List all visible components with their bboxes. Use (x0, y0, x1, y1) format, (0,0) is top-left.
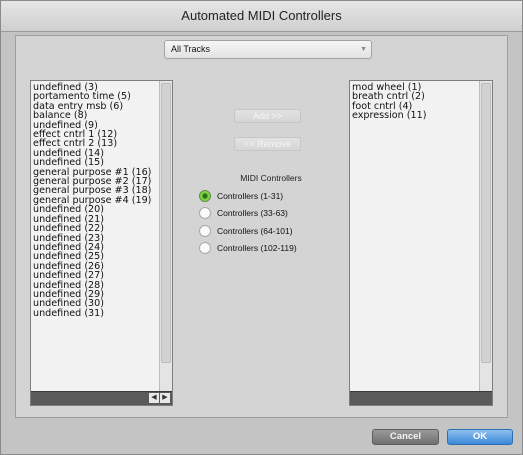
cancel-button[interactable]: Cancel (372, 429, 439, 445)
radio-button[interactable] (199, 190, 211, 202)
list-item[interactable]: undefined (31) (33, 308, 158, 318)
automated-items-container: mod wheel (1) breath cntrl (2) foot cntrl … (352, 82, 478, 121)
radio-label: Controllers (1-31) (217, 191, 284, 201)
vertical-scrollbar[interactable] (479, 81, 492, 391)
vertical-scrollbar[interactable] (159, 81, 172, 391)
radio-label: Controllers (102-119) (217, 243, 297, 253)
window-title: Automated MIDI Controllers (1, 1, 522, 32)
scroll-left-icon[interactable]: ◀ (149, 393, 159, 403)
scrollbar-thumb[interactable] (481, 83, 491, 363)
horizontal-scrollbar[interactable] (350, 391, 492, 405)
automated-controllers-list[interactable]: mod wheel (1) breath cntrl (2) foot cntrl … (349, 80, 493, 406)
scrollbar-thumb[interactable] (161, 83, 171, 363)
scroll-right-icon[interactable]: ▶ (160, 393, 170, 403)
horizontal-scrollbar[interactable]: ◀ ▶ (31, 391, 172, 405)
radio-label: Controllers (33-63) (217, 208, 288, 218)
radio-button[interactable] (199, 225, 211, 237)
radio-button[interactable] (199, 207, 211, 219)
radio-label: Controllers (64-101) (217, 226, 293, 236)
midi-controllers-group-title: MIDI Controllers (240, 173, 302, 183)
available-controllers-list[interactable]: undefined (3) portamento time (5) data ent… (30, 80, 173, 406)
add-button[interactable]: Add >> (234, 109, 301, 123)
radio-button[interactable] (199, 242, 211, 254)
track-select-dropdown[interactable]: All Tracks ▼ (164, 40, 372, 59)
remove-button[interactable]: << Remove (234, 137, 301, 151)
chevron-down-icon: ▼ (360, 46, 367, 53)
available-items-container: undefined (3) portamento time (5) data ent… (33, 82, 158, 318)
list-item[interactable]: expression (11) (352, 111, 478, 121)
ok-button[interactable]: OK (447, 429, 513, 445)
track-select-value: All Tracks (171, 44, 211, 54)
